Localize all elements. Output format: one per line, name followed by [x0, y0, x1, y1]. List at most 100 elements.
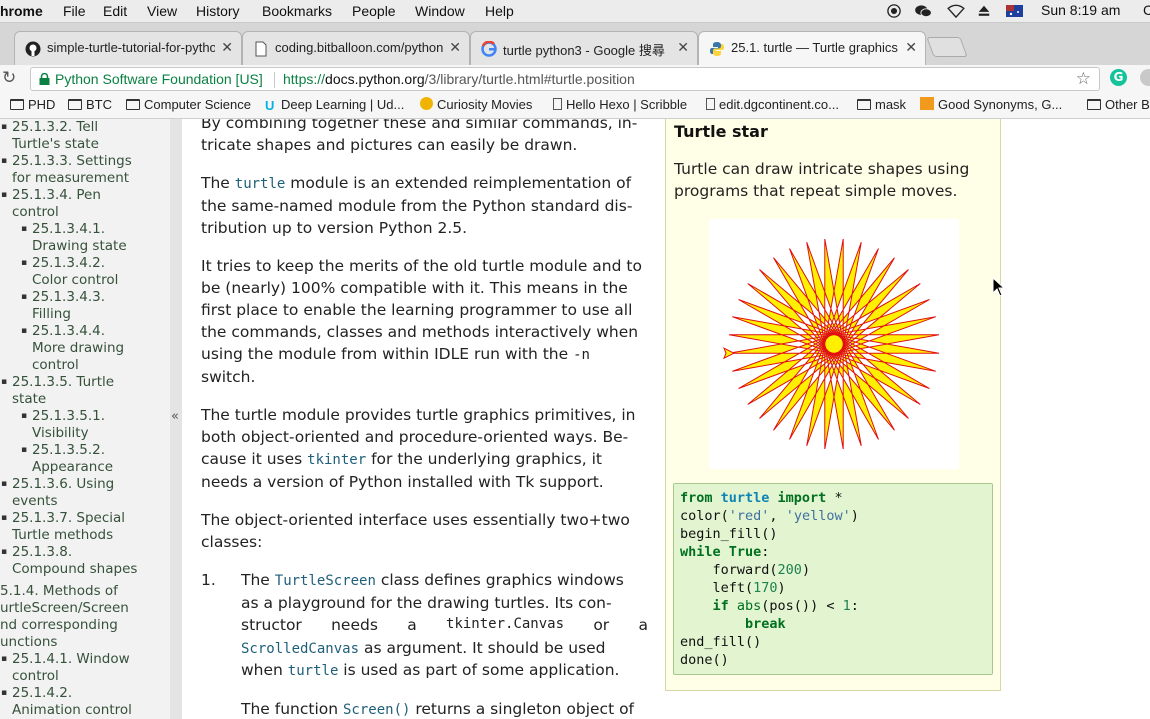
tab-github[interactable]: simple-turtle-tutorial-for-pytho ✕ [14, 31, 242, 65]
scrolledcanvas-link[interactable]: ScrolledCanvas [241, 641, 359, 657]
code-token: while [680, 544, 729, 560]
code-line: color('red', 'yellow') [680, 508, 859, 524]
grammarly-icon[interactable]: G [1110, 69, 1127, 86]
toc-link[interactable]: 25.1.3.4.3. [21, 289, 105, 306]
menu-people[interactable]: People [352, 3, 396, 19]
paragraph-line: tribution up to version Python 2.5. [201, 219, 468, 237]
toc-link[interactable]: events [12, 493, 57, 510]
toc-link[interactable]: 25.1.4.1. Window [1, 651, 130, 668]
menu-history[interactable]: History [196, 3, 240, 19]
flag-australia-icon[interactable] [1006, 5, 1023, 17]
toc-link[interactable]: 25.1.3.5.2. [21, 442, 105, 459]
curiosity-icon [420, 97, 433, 110]
code-token: ) [777, 580, 786, 596]
close-icon[interactable]: ✕ [905, 39, 917, 56]
screen-link[interactable]: Screen() [343, 702, 410, 718]
record-icon[interactable] [886, 4, 902, 18]
turtle-link[interactable]: turtle [288, 663, 339, 679]
menu-help[interactable]: Help [485, 3, 514, 19]
new-tab-button[interactable] [926, 37, 968, 57]
inline-code: -n [573, 347, 590, 363]
menu-view[interactable]: View [147, 3, 177, 19]
toc-link[interactable]: for measurement [12, 170, 129, 187]
paragraph-line: the commands, classes and methods intera… [201, 323, 639, 341]
toc-link[interactable]: Compound shapes [12, 561, 137, 578]
menu-window[interactable]: Window [415, 3, 465, 19]
toc-link[interactable]: Animation control [12, 702, 132, 719]
clock[interactable]: Sun 8:19 am [1041, 2, 1120, 18]
lock-icon [39, 73, 50, 85]
paragraph-line: structor needs a tkinter.Canvas or a [241, 616, 648, 634]
menu-trailing[interactable]: C [1143, 2, 1150, 18]
close-icon[interactable]: ✕ [221, 39, 233, 56]
toc-link[interactable]: Appearance [32, 459, 113, 476]
folder-icon [10, 99, 24, 110]
toc-link[interactable]: 25.1.3.7. Special [1, 510, 125, 527]
turtle-link[interactable]: turtle [235, 176, 286, 192]
bookmark-dgcontinent[interactable]: edit.dgcontinent.co... [706, 97, 839, 112]
toc-link[interactable]: urtleScreen/Screen [0, 600, 129, 617]
tkinter-link[interactable]: tkinter [307, 452, 366, 468]
tab-google[interactable]: turtle python3 - Google 搜尋 ✕ [470, 31, 698, 65]
close-icon[interactable]: ✕ [677, 39, 689, 56]
paragraph-line: ScrolledCanvas as argument. It should be… [241, 639, 606, 657]
reload-icon[interactable]: ↻ [2, 68, 16, 88]
bookmark-mask[interactable]: mask [857, 97, 906, 112]
toc-link[interactable]: 25.1.3.8. [1, 544, 72, 561]
bookmark-good-synonyms[interactable]: Good Synonyms, G... [920, 97, 1062, 112]
toc-link[interactable]: 25.1.3.5.1. [21, 408, 105, 425]
toc-link[interactable]: Turtle methods [12, 527, 113, 544]
menu-bookmarks[interactable]: Bookmarks [262, 3, 332, 19]
turtlescreen-link[interactable]: TurtleScreen [275, 573, 376, 589]
turtle-cursor-icon [723, 347, 736, 360]
app-menu[interactable]: hrome [0, 3, 43, 19]
address-bar[interactable]: Python Software Foundation [US] https://… [30, 67, 1100, 91]
bookmark-deep-learning[interactable]: U Deep Learning | Ud... [265, 97, 404, 113]
toc-link[interactable]: Filling [32, 306, 71, 323]
security-label[interactable]: Python Software Foundation [US] [55, 71, 263, 87]
wifi-icon[interactable] [946, 4, 966, 18]
toc-link[interactable]: control [12, 204, 59, 221]
tab-python-docs[interactable]: 25.1. turtle — Turtle graphics – ✕ [698, 31, 926, 65]
toc-link[interactable]: 25.1.3.4.2. [21, 255, 105, 272]
menu-file[interactable]: File [63, 3, 86, 19]
eject-icon[interactable] [976, 4, 992, 18]
toc-link[interactable]: 25.1.3.4. Pen [1, 187, 101, 204]
code-line: begin_fill() [680, 526, 778, 542]
toc-link[interactable]: 25.1.3.3. Settings [1, 153, 132, 170]
toc-link[interactable]: Drawing state [32, 238, 127, 255]
toc-link[interactable]: More drawing [32, 340, 124, 357]
bookmark-curiosity-movies[interactable]: Curiosity Movies [420, 97, 532, 112]
sidebar-collapse-button[interactable]: « [170, 119, 182, 719]
tab-bitballoon[interactable]: coding.bitballoon.com/python... ✕ [242, 31, 470, 65]
toc-link[interactable]: 25.1.3.6. Using [1, 476, 114, 493]
toc-link[interactable]: 25.1.3.4.4. [21, 323, 105, 340]
bookmark-label: BTC [86, 97, 112, 112]
toc-link[interactable]: state [12, 391, 46, 408]
bookmark-phd[interactable]: PHD [10, 97, 55, 112]
toc-link[interactable]: 25.1.4.2. [1, 685, 72, 702]
bookmark-other[interactable]: Other B [1087, 97, 1150, 112]
toc-link[interactable]: control [12, 668, 59, 685]
toc-link[interactable]: nd corresponding [0, 617, 118, 634]
toc-link[interactable]: Visibility [32, 425, 89, 442]
toc-link[interactable]: Turtle's state [12, 136, 99, 153]
bookmark-hello-hexo[interactable]: Hello Hexo | Scribble [553, 97, 687, 112]
toc-link[interactable]: unctions [0, 634, 57, 651]
paragraph-line: the same-named module from the Python st… [201, 197, 633, 215]
toc-link[interactable]: 25.1.3.2. Tell [1, 119, 98, 136]
toc-link[interactable]: 25.1.3.4.1. [21, 221, 105, 238]
url-text[interactable]: https://docs.python.org/3/library/turtle… [283, 71, 635, 87]
bookmark-computer-science[interactable]: Computer Science [126, 97, 251, 112]
toc-link[interactable]: control [32, 357, 79, 374]
bookmark-btc[interactable]: BTC [68, 97, 112, 112]
toc-link[interactable]: 5.1.4. Methods of [0, 583, 118, 600]
bookmark-star-icon[interactable]: ☆ [1076, 69, 1091, 89]
toc-link[interactable]: Color control [32, 272, 118, 289]
extension-icon[interactable] [1140, 69, 1150, 86]
wechat-icon[interactable] [914, 4, 933, 18]
menu-edit[interactable]: Edit [103, 3, 127, 19]
close-icon[interactable]: ✕ [449, 39, 461, 56]
toc-link[interactable]: 25.1.3.5. Turtle [1, 374, 114, 391]
